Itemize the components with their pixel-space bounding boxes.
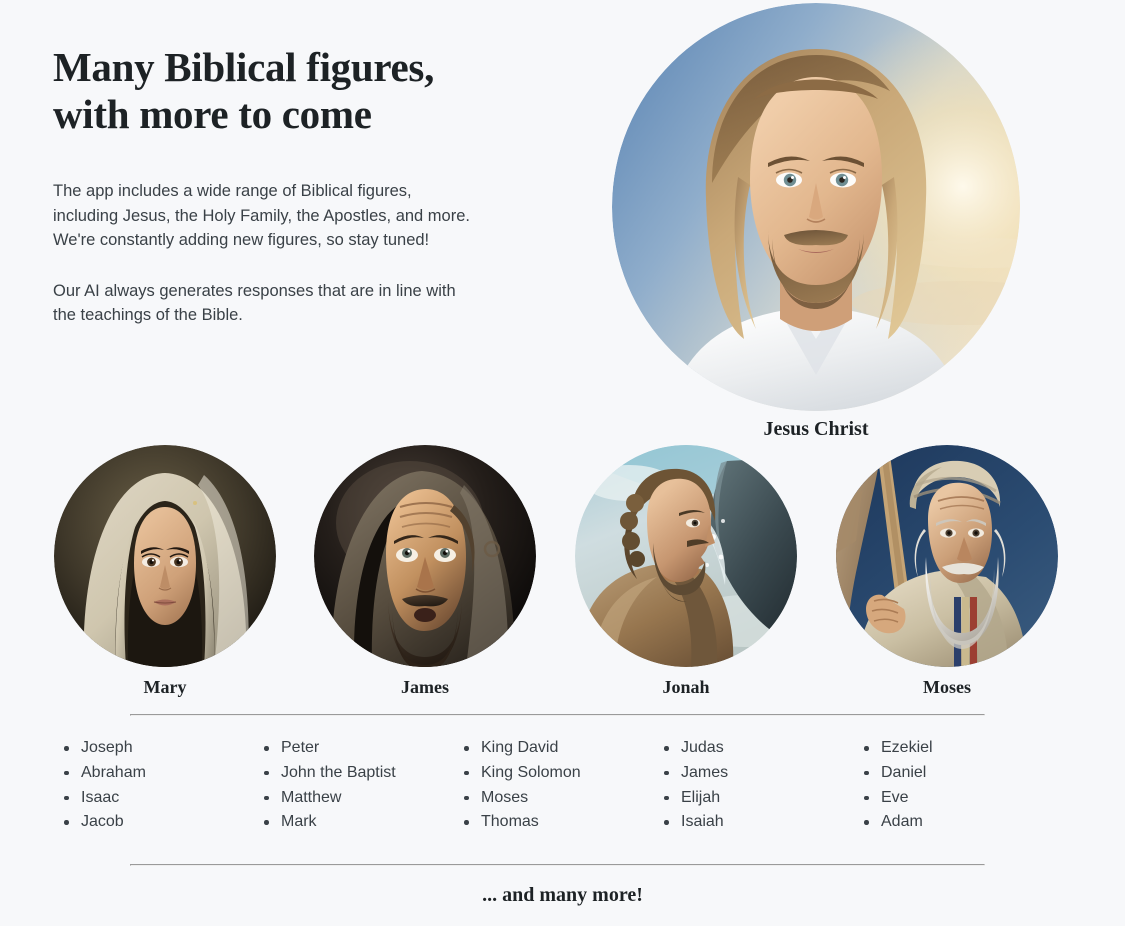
name-column-1: Joseph Abraham Isaac Jacob: [55, 736, 255, 835]
divider-bottom: [130, 864, 985, 866]
name-column-5: Ezekiel Daniel Eve Adam: [855, 736, 1055, 835]
featured-portrait-jesus[interactable]: Jesus Christ: [612, 3, 1020, 441]
list-item: Abraham: [55, 761, 255, 786]
jonah-portrait: [575, 445, 797, 667]
list-item: Judas: [655, 736, 855, 761]
hero-text-block: Many Biblical figures, with more to come…: [53, 44, 473, 328]
portrait-row: Mary James Jonah Moses: [0, 445, 1125, 697]
list-item: Isaac: [55, 786, 255, 811]
list-item: King Solomon: [455, 761, 655, 786]
list-item: Daniel: [855, 761, 1055, 786]
list-item: Moses: [455, 786, 655, 811]
list-item: Jacob: [55, 810, 255, 835]
name-list-2: Peter John the Baptist Matthew Mark: [255, 736, 455, 835]
portrait-card-james[interactable]: James: [314, 445, 536, 698]
list-item: Isaiah: [655, 810, 855, 835]
list-item: Elijah: [655, 786, 855, 811]
james-portrait: [314, 445, 536, 667]
page-root: Many Biblical figures, with more to come…: [0, 0, 1125, 926]
name-column-3: King David King Solomon Moses Thomas: [455, 736, 655, 835]
divider-top: [130, 714, 985, 716]
list-item: King David: [455, 736, 655, 761]
list-item: James: [655, 761, 855, 786]
name-list-3: King David King Solomon Moses Thomas: [455, 736, 655, 835]
list-item: John the Baptist: [255, 761, 455, 786]
mary-portrait: [54, 445, 276, 667]
list-item: Mark: [255, 810, 455, 835]
list-item: Ezekiel: [855, 736, 1055, 761]
name-list-5: Ezekiel Daniel Eve Adam: [855, 736, 1055, 835]
portrait-name-moses: Moses: [923, 677, 971, 697]
portrait-card-moses[interactable]: Moses: [836, 445, 1058, 698]
name-columns: Joseph Abraham Isaac Jacob Peter John th…: [55, 736, 1055, 835]
name-list-4: Judas James Elijah Isaiah: [655, 736, 855, 835]
portrait-card-jonah[interactable]: Jonah: [575, 445, 797, 698]
hero-section: Many Biblical figures, with more to come…: [0, 0, 1125, 440]
portrait-name-james: James: [401, 677, 449, 697]
hero-paragraph-2: Our AI always generates responses that a…: [53, 281, 456, 325]
portrait-name-mary: Mary: [143, 677, 187, 697]
hero-paragraph-1: The app includes a wide range of Biblica…: [53, 182, 470, 249]
portrait-name-jonah: Jonah: [662, 677, 710, 697]
jesus-portrait: [612, 3, 1020, 411]
portrait-card-mary[interactable]: Mary: [54, 445, 276, 698]
footer-note: ... and many more!: [482, 884, 643, 906]
name-column-4: Judas James Elijah Isaiah: [655, 736, 855, 835]
name-list-1: Joseph Abraham Isaac Jacob: [55, 736, 255, 835]
page-title: Many Biblical figures, with more to come: [53, 44, 435, 137]
featured-portrait-name: Jesus Christ: [763, 418, 869, 440]
list-item: Matthew: [255, 786, 455, 811]
list-item: Eve: [855, 786, 1055, 811]
list-item: Thomas: [455, 810, 655, 835]
list-item: Adam: [855, 810, 1055, 835]
list-item: Peter: [255, 736, 455, 761]
moses-portrait: [836, 445, 1058, 667]
name-column-2: Peter John the Baptist Matthew Mark: [255, 736, 455, 835]
list-item: Joseph: [55, 736, 255, 761]
